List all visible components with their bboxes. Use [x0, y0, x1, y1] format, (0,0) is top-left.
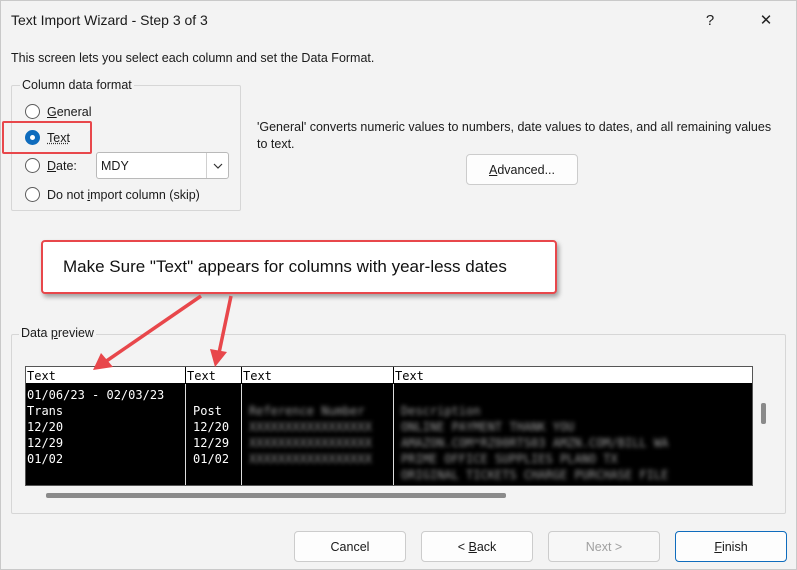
- data-preview-label: Data preview: [19, 326, 96, 340]
- date-format-select[interactable]: MDY: [96, 152, 229, 179]
- text-option-highlight: [2, 121, 92, 154]
- finish-button-label: Finish: [714, 539, 748, 554]
- vertical-scrollbar-thumb[interactable]: [761, 403, 766, 424]
- preview-column[interactable]: 01/06/23 - 02/03/23 Trans 12/20 12/29 01…: [26, 384, 186, 485]
- back-button-label: < Back: [457, 539, 497, 554]
- advanced-button-label: Advanced...: [488, 162, 556, 177]
- radio-date-label: Date:: [47, 158, 77, 173]
- preview-cell: XXXXXXXXXXXXXXXXX: [249, 452, 372, 466]
- close-button[interactable]: ✕: [743, 1, 789, 39]
- radio-skip-label: Do not import column (skip): [47, 187, 200, 202]
- preview-cell: 12/20: [27, 420, 64, 434]
- preview-cell: PRIME OFFICE SUPPLIES PLANO TX: [401, 452, 618, 466]
- preview-cell: Post: [193, 404, 222, 418]
- cancel-button[interactable]: Cancel: [294, 531, 406, 562]
- intro-text: This screen lets you select each column …: [11, 51, 375, 65]
- preview-cell: XXXXXXXXXXXXXXXXX: [249, 436, 372, 450]
- preview-cell: ONLINE PAYMENT THANK YOU: [401, 420, 575, 434]
- next-button[interactable]: Next >: [548, 531, 660, 562]
- preview-column[interactable]: Reference Number XXXXXXXXXXXXXXXXX XXXXX…: [242, 384, 394, 485]
- radio-circle[interactable]: [25, 187, 40, 202]
- preview-cell: XXXXXXXXXXXXXXXXX: [249, 420, 372, 434]
- preview-cell: 12/29: [193, 436, 230, 450]
- finish-button[interactable]: Finish: [675, 531, 787, 562]
- preview-cell: 12/20: [193, 420, 230, 434]
- back-button[interactable]: < Back: [421, 531, 533, 562]
- preview-cell: Trans: [27, 404, 64, 418]
- chevron-down-icon[interactable]: [206, 153, 228, 178]
- title-bar: Text Import Wizard - Step 3 of 3 ? ✕: [1, 1, 796, 39]
- radio-date[interactable]: Date:: [25, 158, 77, 173]
- radio-skip[interactable]: Do not import column (skip): [25, 187, 200, 202]
- radio-circle[interactable]: [25, 104, 40, 119]
- radio-general-label: General: [47, 104, 92, 119]
- group-label: Column data format: [20, 78, 134, 92]
- preview-cell: Reference Number: [249, 404, 365, 418]
- column-header[interactable]: Text: [26, 367, 186, 384]
- column-header[interactable]: Text: [242, 367, 394, 384]
- help-button[interactable]: ?: [687, 1, 733, 39]
- preview-cell: Description: [401, 404, 481, 418]
- radio-circle[interactable]: [25, 158, 40, 173]
- preview-column[interactable]: Post 12/20 12/29 01/02: [186, 384, 242, 485]
- advanced-button[interactable]: Advanced...: [466, 154, 578, 185]
- horizontal-scrollbar-thumb[interactable]: [46, 493, 506, 498]
- preview-cell: AMAZON.COM*RZ00RTS03 AMZN.COM/BILL WA: [401, 436, 669, 450]
- data-preview-grid[interactable]: Text Text Text Text 01/06/23 - 02/03/23 …: [25, 366, 753, 486]
- column-header[interactable]: Text: [186, 367, 242, 384]
- radio-general[interactable]: General: [25, 104, 91, 119]
- column-header[interactable]: Text: [394, 367, 752, 384]
- preview-cell: 12/29: [27, 436, 64, 450]
- preview-cell: 01/02: [193, 452, 230, 466]
- format-description: 'General' converts numeric values to num…: [257, 120, 772, 151]
- preview-cell: 01/02: [27, 452, 64, 466]
- date-format-value: MDY: [101, 159, 129, 173]
- preview-cell: 01/06/23 - 02/03/23: [27, 388, 165, 402]
- preview-cell: ORIGINAL TICKETS CHARGE PURCHASE FILE: [401, 468, 669, 482]
- annotation-callout: Make Sure "Text" appears for columns wit…: [41, 240, 557, 294]
- window-title: Text Import Wizard - Step 3 of 3: [11, 12, 208, 28]
- text-import-wizard-dialog: Text Import Wizard - Step 3 of 3 ? ✕ Thi…: [0, 0, 797, 570]
- preview-column[interactable]: Description ONLINE PAYMENT THANK YOU AMA…: [394, 384, 752, 485]
